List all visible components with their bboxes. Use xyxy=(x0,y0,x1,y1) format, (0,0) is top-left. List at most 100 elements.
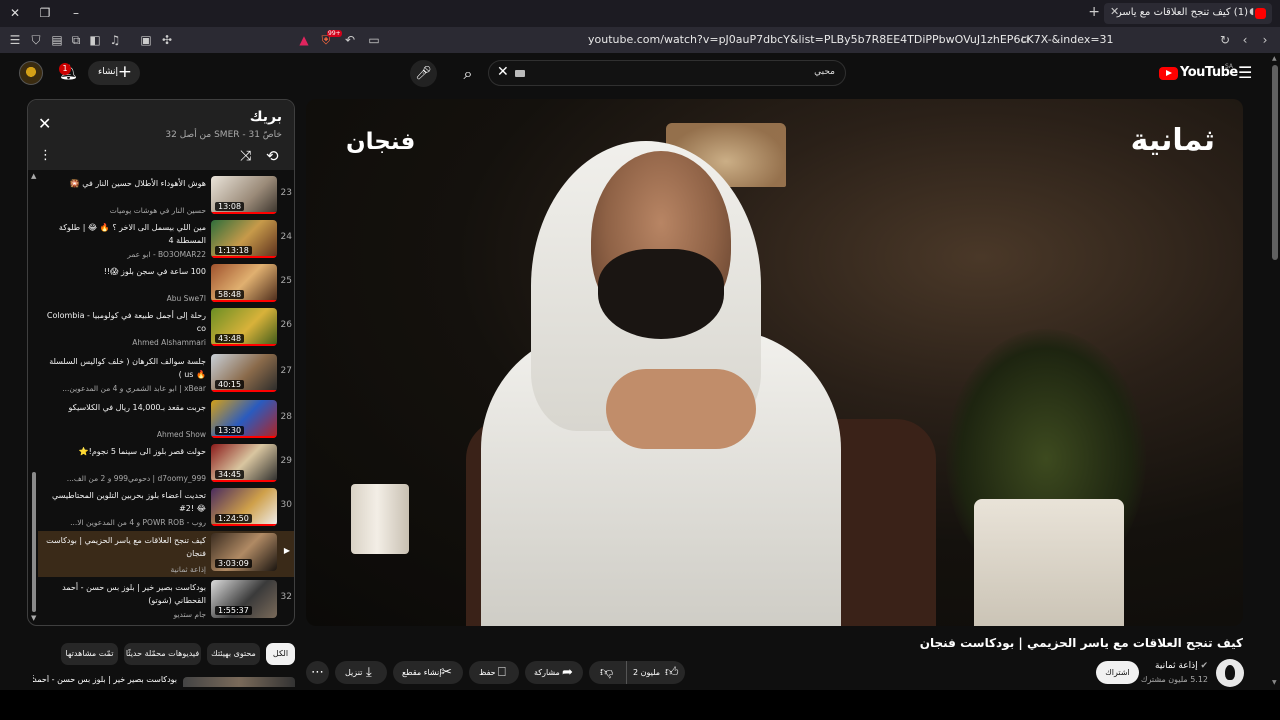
chip-all[interactable]: الكل xyxy=(266,643,295,665)
bookmark-icon[interactable]: ⌑ xyxy=(1017,32,1033,48)
chip-related[interactable]: محتوى بهيئتك xyxy=(207,643,260,665)
search-input[interactable]: ✕ محبي xyxy=(488,60,846,86)
shuffle-icon[interactable]: ⤨ xyxy=(240,148,251,164)
playlist-item[interactable]: 29 34:45 حولت قصر بلوز الى سينما 5 نجوم!… xyxy=(38,442,294,486)
minimize-window-icon[interactable]: – xyxy=(66,4,86,22)
playlist-item[interactable]: 23 13:08 هوش الأهوداء الأطلال حسين النار… xyxy=(38,174,294,218)
person-hands xyxy=(606,369,756,449)
playlist-item[interactable]: 26 43:48 رحلة إلى أجمل طبيعة في كولومبيا… xyxy=(38,306,294,350)
search-button[interactable]: ⌕ xyxy=(448,60,488,87)
item-title[interactable]: تحديت أعضاء بلوز بحربين التلوين المحتاطي… xyxy=(46,489,206,515)
playlist-item[interactable]: 24 1:13:18 مين اللي بيسمل الى الاخر ؟ 🔥 … xyxy=(38,218,294,262)
create-button[interactable]: إنشاء + xyxy=(88,61,140,85)
more-actions-icon[interactable]: ⋯ xyxy=(306,661,329,684)
item-thumbnail[interactable]: 13:08 xyxy=(211,176,277,214)
scroll-down-icon[interactable]: ▼ xyxy=(31,614,36,622)
playlist-scrollbar[interactable]: ▲ ▼ xyxy=(31,172,37,622)
reload-icon[interactable]: ↻ xyxy=(1217,32,1233,48)
menu-icon[interactable]: ☰ xyxy=(7,32,23,48)
taskbar-area xyxy=(0,690,1280,720)
item-title[interactable]: كيف تنجح العلاقات مع ياسر الحزيمي | بودك… xyxy=(46,534,206,560)
voice-search-mic-icon[interactable]: 🎤︎ xyxy=(410,60,437,87)
item-thumbnail[interactable]: 1:24:50 xyxy=(211,488,277,526)
item-thumbnail[interactable]: 58:48 xyxy=(211,264,277,302)
item-title[interactable]: حولت قصر بلوز الى سينما 5 نجوم!⭐ xyxy=(46,445,206,458)
page-scrollbar[interactable]: ▲ ▼ xyxy=(1270,53,1280,690)
new-tab-button[interactable]: + xyxy=(1088,4,1100,20)
page-scroll-thumb[interactable] xyxy=(1272,65,1278,260)
cast-icon[interactable]: ▭ xyxy=(366,32,382,48)
youtube-logo[interactable]: YouTube SA xyxy=(1159,63,1238,83)
playlist-title[interactable]: بريك xyxy=(250,109,282,125)
item-channel: Ahmed Alshammari xyxy=(132,338,206,347)
channel-name[interactable]: ✔︎ إذاعة ثمانية xyxy=(1155,661,1208,671)
reader-icon[interactable]: ▤ xyxy=(49,32,65,48)
vpn-icon[interactable]: ▲ xyxy=(296,32,312,48)
recommendation-title[interactable]: بودكاست بصير خير | بلوز بس حسن - أحمد xyxy=(33,675,177,684)
item-title[interactable]: جربت مقعد بـ14,000 ريال في الكلاسيكو xyxy=(46,401,206,414)
scroll-up-icon[interactable]: ▲ xyxy=(31,172,36,180)
thmanyah-logo: ثمانية xyxy=(1130,123,1215,158)
item-title[interactable]: هوش الأهوداء الأطلال حسين النار في 🎇 xyxy=(46,177,206,190)
shield-icon[interactable]: ⛉ xyxy=(28,32,44,48)
item-title[interactable]: 100 ساعة في سجن بلوز 😱!! xyxy=(46,265,206,278)
tabs-icon[interactable]: ⧉ xyxy=(68,32,84,48)
recommendation-thumbnail[interactable] xyxy=(183,677,295,687)
screenshot-icon[interactable]: ▣ xyxy=(138,32,154,48)
download-button[interactable]: تنزيل ⤓ xyxy=(335,661,387,684)
undo-icon[interactable]: ↶ xyxy=(342,32,358,48)
item-thumbnail[interactable]: 34:45 xyxy=(211,444,277,482)
guide-menu-icon[interactable]: ☰ xyxy=(1238,63,1252,82)
subscribe-button[interactable]: اشتراك xyxy=(1096,661,1139,684)
playlist-item[interactable]: 28 13:30 جربت مقعد بـ14,000 ريال في الكل… xyxy=(38,398,294,442)
scroll-thumb[interactable] xyxy=(32,472,36,612)
item-duration: 1:55:37 xyxy=(215,606,252,615)
item-title[interactable]: رحلة إلى أجمل طبيعة في كولومبيا - Colomb… xyxy=(46,309,206,335)
back-icon[interactable]: ‹ xyxy=(1237,32,1253,48)
item-thumbnail[interactable]: 43:48 xyxy=(211,308,277,346)
playlist-item-current[interactable]: ▶ 3:03:09 كيف تنجح العلاقات مع ياسر الحز… xyxy=(38,531,294,577)
address-bar[interactable]: youtube.com/watch?v=pJ0auP7dbcY&list=PLB… xyxy=(588,33,1114,46)
loop-icon[interactable]: ⟲ xyxy=(266,147,279,165)
close-window-icon[interactable]: ✕ xyxy=(5,4,25,22)
item-thumbnail[interactable]: 3:03:09 xyxy=(211,533,277,571)
chip-recent[interactable]: فيديوهات محمّلة حديثًا xyxy=(124,643,201,665)
playlist-more-icon[interactable]: ⋮ xyxy=(39,148,52,163)
audio-icon[interactable]: ◖ xyxy=(1249,7,1254,17)
share-button[interactable]: مشاركة ➦ xyxy=(525,661,583,684)
save-button[interactable]: حفظ ⎕ xyxy=(469,661,519,684)
playlist-item[interactable]: 25 58:48 100 ساعة في سجن بلوز 😱!! Abu Sw… xyxy=(38,262,294,306)
recommendation-item[interactable]: ⋮ بودكاست بصير خير | بلوز بس حسن - أحمد xyxy=(27,675,295,687)
maximize-window-icon[interactable]: ❐ xyxy=(35,4,55,22)
sidebar-icon[interactable]: ◧ xyxy=(87,32,103,48)
page-scroll-up-icon[interactable]: ▲ xyxy=(1272,55,1277,62)
extensions-icon[interactable]: ✣ xyxy=(159,32,175,48)
close-playlist-icon[interactable]: ✕ xyxy=(38,114,51,133)
item-title[interactable]: بودكاست بصير خير | بلوز بس حسن - أحمد ال… xyxy=(46,581,206,607)
forward-icon[interactable]: › xyxy=(1257,32,1273,48)
account-avatar[interactable] xyxy=(19,61,43,85)
dislike-button[interactable]: 👎︎ xyxy=(589,661,626,684)
music-icon[interactable]: ♫ xyxy=(107,32,123,48)
playlist-item[interactable]: 30 1:24:50 تحديت أعضاء بلوز بحربين التلو… xyxy=(38,486,294,530)
playlist-item[interactable]: 27 40:15 جلسة سوالف الكرهان ( خلف كواليس… xyxy=(38,352,294,396)
page-scroll-down-icon[interactable]: ▼ xyxy=(1272,679,1277,686)
channel-avatar[interactable] xyxy=(1216,659,1244,687)
clear-search-icon[interactable]: ✕ xyxy=(497,64,509,80)
browser-tab[interactable]: ✕ (1) كيف تنجح العلاقات مع ياسر ◖ xyxy=(1104,3,1272,24)
item-title[interactable]: جلسة سوالف الكرهان ( خلف كواليس السلسلة … xyxy=(46,355,206,381)
playlist-item[interactable]: 32 1:55:37 بودكاست بصير خير | بلوز بس حس… xyxy=(38,578,294,622)
youtube-favicon-icon xyxy=(1255,8,1266,19)
clip-button[interactable]: إنشاء مقطع ✂︎ xyxy=(393,661,463,684)
like-button[interactable]: 2 مليون 👍︎ xyxy=(627,661,685,684)
chip-watched[interactable]: تمّت مشاهدتها xyxy=(61,643,118,665)
watch-progress-bar xyxy=(211,300,277,302)
keyboard-icon[interactable] xyxy=(515,70,525,77)
item-thumbnail[interactable]: 1:13:18 xyxy=(211,220,277,258)
watch-progress-bar xyxy=(211,344,277,346)
item-thumbnail[interactable]: 40:15 xyxy=(211,354,277,392)
video-player[interactable]: فنجان ثمانية xyxy=(306,99,1243,626)
item-thumbnail[interactable]: 13:30 xyxy=(211,400,277,438)
item-title[interactable]: مين اللي بيسمل الى الاخر ؟ 🔥 😂 | طلوكة ا… xyxy=(46,221,206,247)
item-thumbnail[interactable]: 1:55:37 xyxy=(211,580,277,618)
